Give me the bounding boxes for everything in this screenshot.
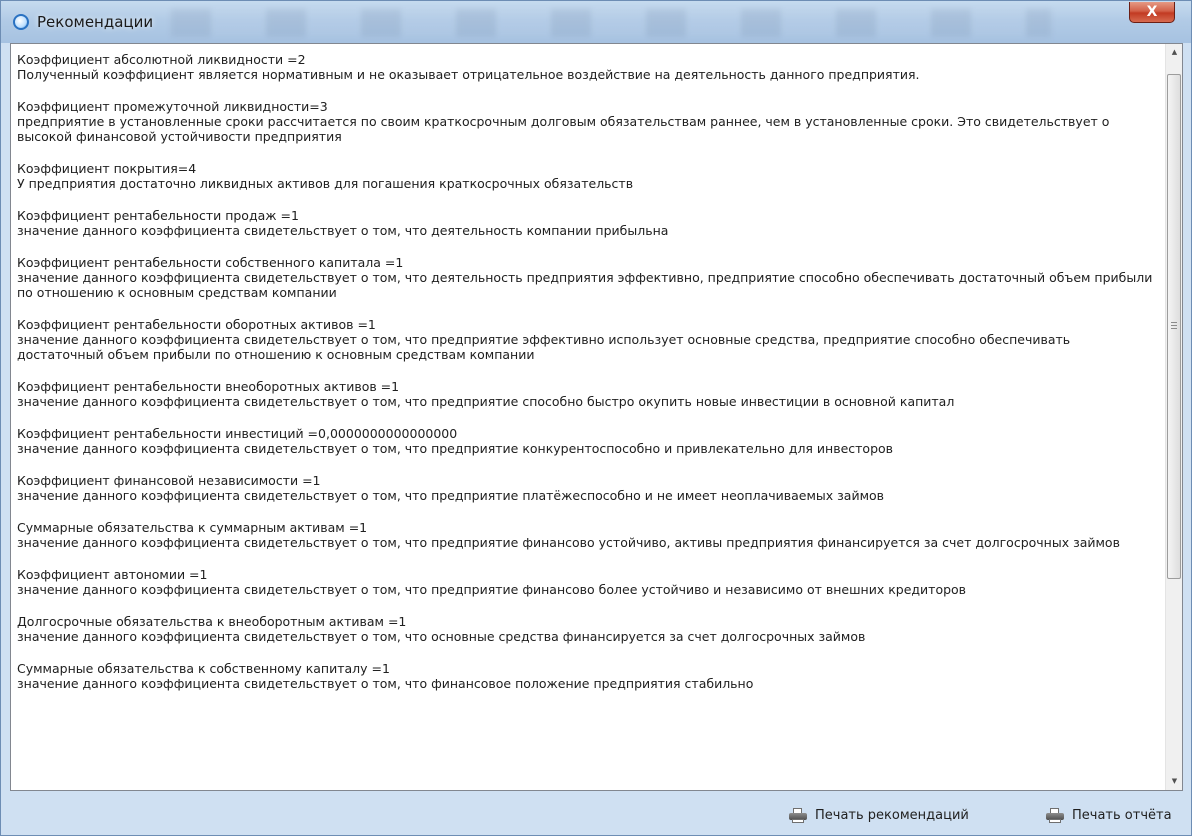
print-recommendations-label: Печать рекомендаций (815, 807, 969, 823)
scrollbar-thumb[interactable] (1167, 74, 1181, 579)
recommendation-heading: Суммарные обязательства к собственному к… (17, 661, 390, 676)
recommendation-item: Коэффициент рентабельности оборотных акт… (17, 317, 1158, 362)
recommendation-heading: Суммарные обязательства к суммарным акти… (17, 520, 368, 535)
recommendation-heading: Коэффициент автономии =1 (17, 567, 208, 582)
recommendation-item: Коэффициент рентабельности инвестиций =0… (17, 426, 1158, 456)
blurred-background-strip (171, 9, 1051, 37)
recommendation-description: значение данного коэффициента свидетельс… (17, 535, 1120, 550)
recommendation-description: предприятие в установленные сроки рассчи… (17, 114, 1110, 144)
recommendation-heading: Коэффициент промежуточной ликвидности=3 (17, 99, 328, 114)
recommendation-description: значение данного коэффициента свидетельс… (17, 270, 1153, 300)
close-button[interactable]: X (1129, 2, 1175, 23)
recommendation-item: Коэффициент рентабельности собственного … (17, 255, 1158, 300)
recommendation-description: значение данного коэффициента свидетельс… (17, 629, 866, 644)
recommendations-window: Рекомендации X Коэффициент абсолютной ли… (0, 0, 1192, 836)
recommendation-heading: Коэффициент абсолютной ликвидности =2 (17, 52, 306, 67)
recommendations-text[interactable]: Коэффициент абсолютной ликвидности =2 Пол… (11, 44, 1164, 790)
recommendation-description: У предприятия достаточно ликвидных актив… (17, 176, 634, 191)
recommendation-description: значение данного коэффициента свидетельс… (17, 676, 754, 691)
app-icon (13, 14, 29, 30)
recommendation-description: значение данного коэффициента свидетельс… (17, 441, 894, 456)
recommendation-item: Коэффициент финансовой независимости =1 з… (17, 473, 1158, 503)
recommendation-description: значение данного коэффициента свидетельс… (17, 332, 1071, 362)
recommendation-item: Долгосрочные обязательства к внеоборотны… (17, 614, 1158, 644)
print-report-label: Печать отчёта (1072, 807, 1172, 823)
recommendation-item: Коэффициент абсолютной ликвидности =2 Пол… (17, 52, 1158, 82)
scrollbar-grip-icon (1171, 322, 1177, 329)
recommendation-heading: Коэффициент рентабельности собственного … (17, 255, 404, 270)
scroll-up-arrow-icon[interactable]: ▲ (1166, 44, 1182, 61)
scroll-down-arrow-icon[interactable]: ▼ (1166, 773, 1182, 790)
print-report-button[interactable]: Печать отчёта (1046, 805, 1172, 825)
recommendation-heading: Коэффициент рентабельности оборотных акт… (17, 317, 376, 332)
printer-icon (1046, 807, 1064, 823)
recommendation-description: значение данного коэффициента свидетельс… (17, 582, 967, 597)
recommendation-heading: Коэффициент финансовой независимости =1 (17, 473, 321, 488)
recommendation-heading: Коэффициент рентабельности продаж =1 (17, 208, 299, 223)
recommendation-item: Суммарные обязательства к суммарным акти… (17, 520, 1158, 550)
recommendation-description: Полученный коэффициент является норматив… (17, 67, 920, 82)
recommendation-description: значение данного коэффициента свидетельс… (17, 488, 885, 503)
recommendation-item: Коэффициент рентабельности внеоборотных … (17, 379, 1158, 409)
window-title: Рекомендации (37, 13, 154, 31)
vertical-scrollbar[interactable]: ▲ ▼ (1165, 44, 1182, 790)
recommendation-description: значение данного коэффициента свидетельс… (17, 223, 669, 238)
recommendation-heading: Коэффициент рентабельности инвестиций =0… (17, 426, 458, 441)
print-recommendations-button[interactable]: Печать рекомендаций (789, 805, 969, 825)
recommendations-panel: Коэффициент абсолютной ликвидности =2 Пол… (10, 43, 1183, 791)
recommendation-item: Коэффициент рентабельности продаж =1 знач… (17, 208, 1158, 238)
recommendation-heading: Долгосрочные обязательства к внеоборотны… (17, 614, 407, 629)
printer-icon (789, 807, 807, 823)
title-bar[interactable]: Рекомендации X (1, 1, 1191, 43)
recommendation-item: Суммарные обязательства к собственному к… (17, 661, 1158, 691)
recommendation-description: значение данного коэффициента свидетельс… (17, 394, 955, 409)
recommendation-item: Коэффициент покрытия=4 У предприятия дост… (17, 161, 1158, 191)
recommendation-item: Коэффициент автономии =1 значение данного… (17, 567, 1158, 597)
recommendation-heading: Коэффициент рентабельности внеоборотных … (17, 379, 400, 394)
recommendation-item: Коэффициент промежуточной ликвидности=3 п… (17, 99, 1158, 144)
recommendation-heading: Коэффициент покрытия=4 (17, 161, 197, 176)
footer-bar: Печать рекомендаций Печать отчёта (1, 791, 1193, 837)
